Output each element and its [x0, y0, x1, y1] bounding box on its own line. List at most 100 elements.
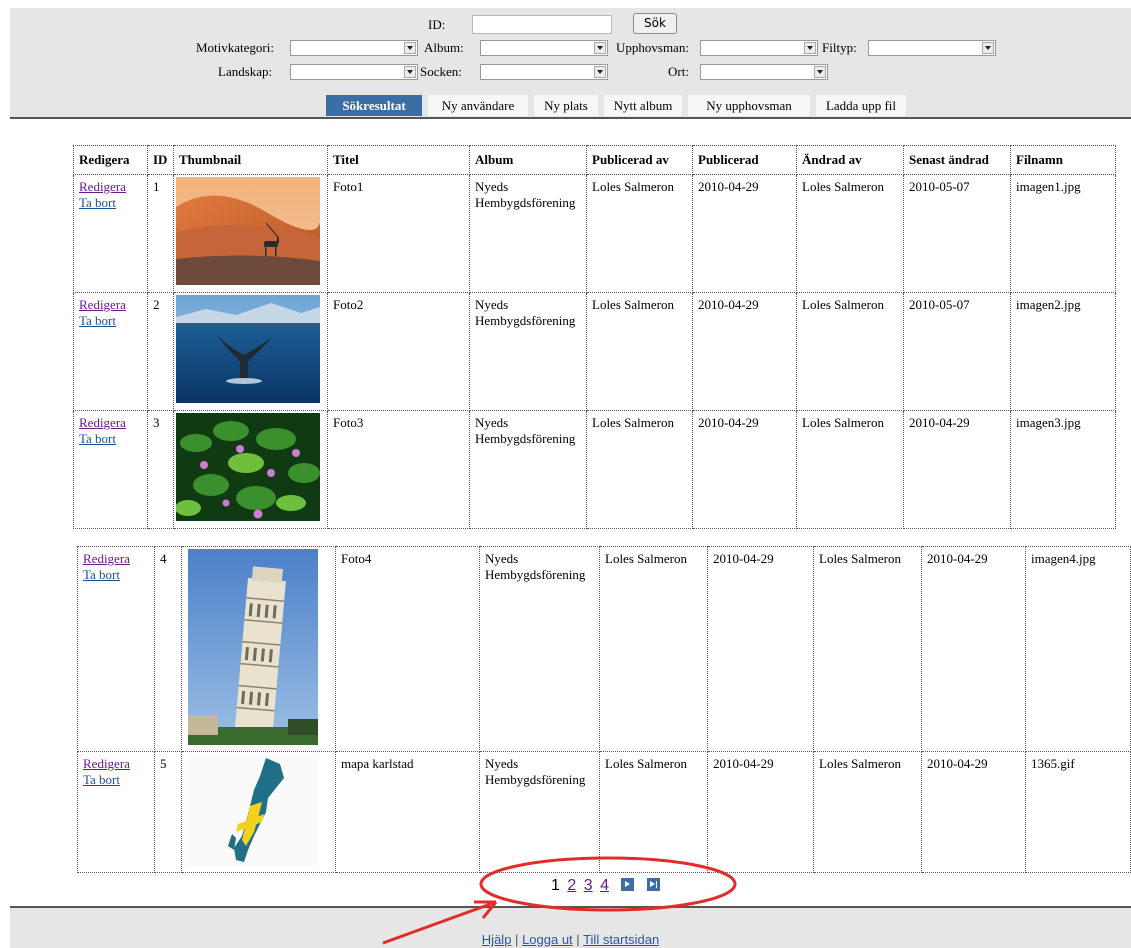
row-actions: Redigera Ta bort	[73, 410, 148, 529]
delete-link[interactable]: Ta bort	[83, 772, 149, 788]
row-title: Foto3	[327, 410, 470, 529]
row-actions: Redigera Ta bort	[77, 546, 155, 752]
thumbnail-cell	[181, 546, 336, 752]
table-row: Redigera Ta bort 5 mapa karlstad Nyeds H…	[77, 751, 1131, 873]
row-actions: Redigera Ta bort	[73, 292, 148, 411]
thumbnail-cell	[173, 410, 328, 529]
chevron-down-icon	[594, 42, 606, 54]
row-last-changed: 2010-05-07	[903, 292, 1011, 411]
upphovsman-label: Upphovsman:	[616, 40, 689, 55]
col-header-redigera: Redigera	[73, 145, 148, 175]
tab-ny-anvandare[interactable]: Ny användare	[428, 95, 528, 116]
tab-nytt-album[interactable]: Nytt album	[604, 95, 682, 116]
page-link-3[interactable]: 3	[584, 877, 593, 894]
chevron-down-icon	[804, 42, 816, 54]
row-changed-by: Loles Salmeron	[796, 292, 904, 411]
col-header-filnamn: Filnamn	[1010, 145, 1116, 175]
tab-ny-upphovsman[interactable]: Ny upphovsman	[688, 95, 810, 116]
sweden-map-thumbnail[interactable]	[188, 754, 318, 866]
socken-select[interactable]	[480, 64, 608, 80]
col-header-senast-andrad: Senast ändrad	[903, 145, 1011, 175]
results-table-page-2: Redigera Ta bort 4 Foto4 Nyeds Hembygdsf…	[77, 546, 1131, 873]
footer: Hjälp | Logga ut | Till startsidan	[10, 906, 1131, 948]
edit-link[interactable]: Redigera	[79, 415, 142, 431]
row-id: 1	[147, 174, 174, 293]
delete-link[interactable]: Ta bort	[79, 431, 142, 447]
row-title: Foto4	[335, 546, 480, 752]
album-select[interactable]	[480, 40, 608, 56]
row-published: 2010-04-29	[692, 174, 797, 293]
row-album: Nyeds Hembygdsförening	[469, 292, 587, 411]
row-published: 2010-04-29	[707, 751, 814, 873]
tab-ladda-upp-fil[interactable]: Ladda upp fil	[816, 95, 906, 116]
motivkategori-label: Motivkategori:	[196, 40, 274, 55]
row-last-changed: 2010-04-29	[921, 751, 1026, 873]
edit-link[interactable]: Redigera	[83, 551, 149, 567]
tab-ny-plats[interactable]: Ny plats	[534, 95, 598, 116]
last-page-icon[interactable]	[646, 878, 660, 891]
col-header-andrad-av: Ändrad av	[796, 145, 904, 175]
id-input[interactable]	[472, 15, 612, 34]
row-filename: 1365.gif	[1025, 751, 1131, 873]
delete-link[interactable]: Ta bort	[83, 567, 149, 583]
green-flowers-thumbnail[interactable]	[175, 413, 320, 521]
row-album: Nyeds Hembygdsförening	[479, 751, 600, 873]
tab-sokresultat[interactable]: Sökresultat	[326, 95, 422, 116]
edit-link[interactable]: Redigera	[79, 297, 142, 313]
row-published: 2010-04-29	[692, 292, 797, 411]
row-last-changed: 2010-04-29	[903, 410, 1011, 529]
page-link-4[interactable]: 4	[600, 877, 609, 894]
delete-link[interactable]: Ta bort	[79, 195, 142, 211]
col-header-titel: Titel	[327, 145, 470, 175]
row-actions: Redigera Ta bort	[77, 751, 155, 873]
table-row: Redigera Ta bort 1 Foto1 Nyeds Hembygdsf…	[73, 174, 1116, 293]
upphovsman-select[interactable]	[700, 40, 818, 56]
row-changed-by: Loles Salmeron	[813, 751, 922, 873]
motivkategori-select[interactable]	[290, 40, 418, 56]
next-page-icon[interactable]	[621, 878, 635, 891]
filtyp-select[interactable]	[868, 40, 996, 56]
row-published-by: Loles Salmeron	[599, 546, 708, 752]
filtyp-label: Filtyp:	[822, 40, 857, 55]
row-album: Nyeds Hembygdsförening	[479, 546, 600, 752]
landskap-select[interactable]	[290, 64, 418, 80]
col-header-publicerad: Publicerad	[692, 145, 797, 175]
table-row: Redigera Ta bort 2 Foto2 Nyeds Hembygdsf…	[73, 292, 1116, 411]
ort-select[interactable]	[700, 64, 828, 80]
edit-link[interactable]: Redigera	[79, 179, 142, 195]
row-album: Nyeds Hembygdsförening	[469, 410, 587, 529]
row-id: 3	[147, 410, 174, 529]
row-actions: Redigera Ta bort	[73, 174, 148, 293]
leaning-tower-thumbnail[interactable]	[188, 549, 318, 745]
chevron-down-icon	[982, 42, 994, 54]
search-button[interactable]: Sök	[633, 13, 677, 34]
table-row: Redigera Ta bort 3 Foto3 Nyeds Hembygdsf…	[73, 410, 1116, 529]
row-published-by: Loles Salmeron	[586, 174, 693, 293]
row-filename: imagen2.jpg	[1010, 292, 1116, 411]
row-changed-by: Loles Salmeron	[813, 546, 922, 752]
row-id: 5	[154, 751, 182, 873]
ort-label: Ort:	[668, 64, 689, 79]
row-last-changed: 2010-05-07	[903, 174, 1011, 293]
help-link[interactable]: Hjälp	[482, 932, 512, 947]
pagination: 1 2 3 4	[551, 877, 663, 895]
row-changed-by: Loles Salmeron	[796, 410, 904, 529]
edit-link[interactable]: Redigera	[83, 756, 149, 772]
chevron-down-icon	[404, 66, 416, 78]
chevron-down-icon	[814, 66, 826, 78]
page-link-2[interactable]: 2	[567, 877, 576, 894]
thumbnail-cell	[173, 292, 328, 411]
landskap-label: Landskap:	[218, 64, 273, 79]
col-header-thumbnail: Thumbnail	[173, 145, 328, 175]
thumbnail-cell	[173, 174, 328, 293]
home-link[interactable]: Till startsidan	[583, 932, 659, 947]
logout-link[interactable]: Logga ut	[522, 932, 573, 947]
row-published-by: Loles Salmeron	[599, 751, 708, 873]
desert-oryx-thumbnail[interactable]	[176, 177, 320, 285]
whale-tail-thumbnail[interactable]	[176, 295, 320, 403]
table-row: Redigera Ta bort 4 Foto4 Nyeds Hembygdsf…	[77, 546, 1131, 752]
table-header-row: Redigera ID Thumbnail Titel Album Public…	[73, 145, 1116, 175]
delete-link[interactable]: Ta bort	[79, 313, 142, 329]
album-label: Album:	[424, 40, 464, 55]
col-header-publicerad-av: Publicerad av	[586, 145, 693, 175]
